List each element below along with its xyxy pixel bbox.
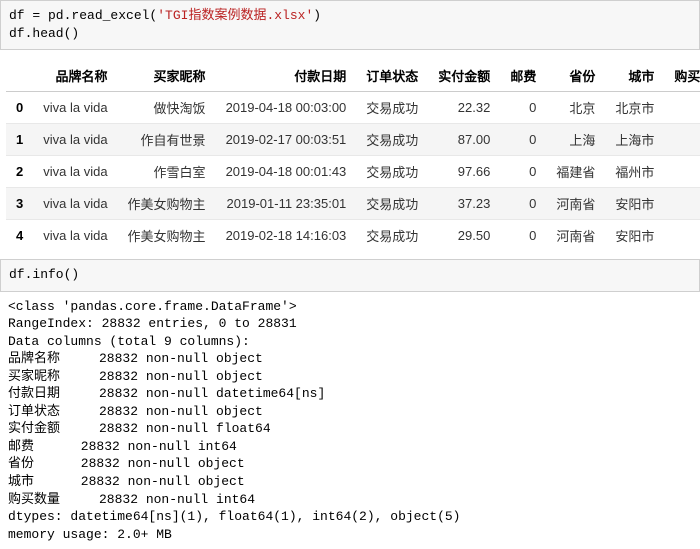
table-cell: 2019-02-17 00:03:51 [216, 124, 357, 156]
dataframe-output: 品牌名称 买家昵称 付款日期 订单状态 实付金额 邮费 省份 城市 购买数量 0… [0, 50, 700, 259]
code-token: ) [313, 8, 321, 23]
table-cell: 河南省 [546, 220, 605, 252]
table-cell: 北京 [546, 92, 605, 124]
index-header [6, 60, 33, 92]
table-cell: 河南省 [546, 188, 605, 220]
table-cell: 97.66 [428, 156, 500, 188]
table-cell: 2019-01-11 23:35:01 [216, 188, 357, 220]
code-line: df.head() [9, 26, 79, 41]
table-cell: 29.50 [428, 220, 500, 252]
row-index: 1 [6, 124, 33, 156]
table-cell: 交易成功 [356, 220, 428, 252]
info-output: <class 'pandas.core.frame.DataFrame'> Ra… [0, 292, 700, 549]
code-line: df.info() [9, 267, 79, 282]
table-cell: viva la vida [33, 188, 117, 220]
string-literal: 'TGI指数案例数据.xlsx' [157, 8, 313, 23]
table-row: 2viva la vida作雪白室2019-04-18 00:01:43交易成功… [6, 156, 700, 188]
table-cell: 交易成功 [356, 156, 428, 188]
row-index: 4 [6, 220, 33, 252]
table-cell: 2019-02-18 14:16:03 [216, 220, 357, 252]
table-cell: 福建省 [546, 156, 605, 188]
table-cell: 3 [664, 188, 700, 220]
dataframe-table: 品牌名称 买家昵称 付款日期 订单状态 实付金额 邮费 省份 城市 购买数量 0… [6, 60, 700, 251]
code-cell-info: df.info() [0, 259, 700, 291]
table-cell: 37.23 [428, 188, 500, 220]
table-cell: 安阳市 [605, 220, 664, 252]
table-cell: 22.32 [428, 92, 500, 124]
table-row: 4viva la vida作美女购物主2019-02-18 14:16:03交易… [6, 220, 700, 252]
table-row: 1viva la vida作自有世景2019-02-17 00:03:51交易成… [6, 124, 700, 156]
table-cell: 0 [500, 188, 546, 220]
table-row: 3viva la vida作美女购物主2019-01-11 23:35:01交易… [6, 188, 700, 220]
table-row: 0viva la vida做快淘饭2019-04-18 00:03:00交易成功… [6, 92, 700, 124]
table-cell: 1 [664, 124, 700, 156]
table-cell: 上海市 [605, 124, 664, 156]
table-cell: 2 [664, 220, 700, 252]
col-header: 城市 [605, 60, 664, 92]
col-header: 买家昵称 [118, 60, 216, 92]
col-header: 品牌名称 [33, 60, 117, 92]
table-cell: viva la vida [33, 220, 117, 252]
col-header: 购买数量 [664, 60, 700, 92]
code-cell-read-excel: df = pd.read_excel('TGI指数案例数据.xlsx') df.… [0, 0, 700, 50]
col-header: 省份 [546, 60, 605, 92]
table-cell: 0 [500, 124, 546, 156]
table-cell: 1 [664, 92, 700, 124]
table-cell: 2019-04-18 00:01:43 [216, 156, 357, 188]
table-cell: 0 [500, 220, 546, 252]
row-index: 2 [6, 156, 33, 188]
table-cell: 交易成功 [356, 124, 428, 156]
row-index: 3 [6, 188, 33, 220]
table-cell: 0 [500, 156, 546, 188]
table-cell: 作自有世景 [118, 124, 216, 156]
table-header-row: 品牌名称 买家昵称 付款日期 订单状态 实付金额 邮费 省份 城市 购买数量 [6, 60, 700, 92]
table-cell: 作美女购物主 [118, 220, 216, 252]
table-cell: 福州市 [605, 156, 664, 188]
table-cell: viva la vida [33, 92, 117, 124]
row-index: 0 [6, 92, 33, 124]
table-cell: 2 [664, 156, 700, 188]
col-header: 订单状态 [356, 60, 428, 92]
col-header: 付款日期 [216, 60, 357, 92]
table-cell: viva la vida [33, 124, 117, 156]
table-cell: 交易成功 [356, 92, 428, 124]
table-cell: 0 [500, 92, 546, 124]
table-cell: 做快淘饭 [118, 92, 216, 124]
table-cell: 2019-04-18 00:03:00 [216, 92, 357, 124]
table-cell: viva la vida [33, 156, 117, 188]
table-cell: 87.00 [428, 124, 500, 156]
table-cell: 北京市 [605, 92, 664, 124]
table-cell: 交易成功 [356, 188, 428, 220]
table-cell: 作雪白室 [118, 156, 216, 188]
col-header: 实付金额 [428, 60, 500, 92]
col-header: 邮费 [500, 60, 546, 92]
table-cell: 安阳市 [605, 188, 664, 220]
code-token: df = pd.read_excel( [9, 8, 157, 23]
table-cell: 上海 [546, 124, 605, 156]
table-cell: 作美女购物主 [118, 188, 216, 220]
